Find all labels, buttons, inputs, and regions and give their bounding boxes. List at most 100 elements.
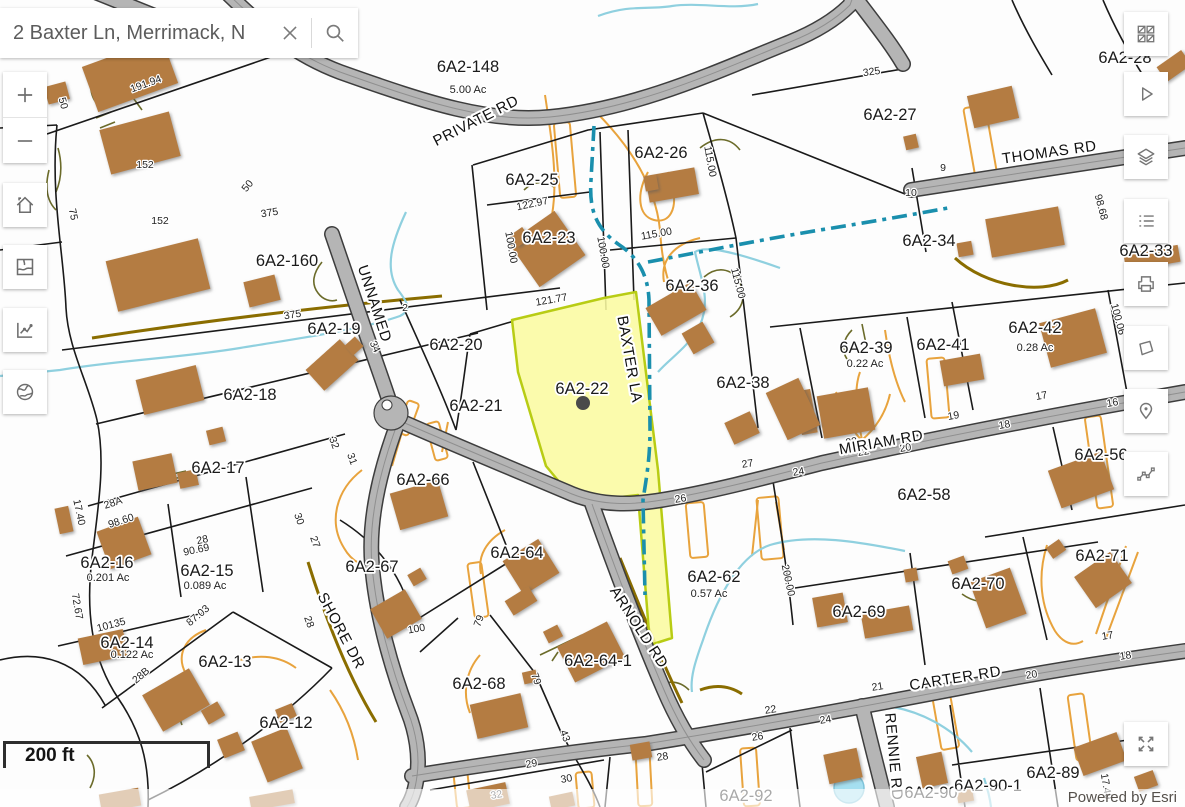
parcel-label: 6A2-21 (449, 397, 502, 415)
zoom-controls (3, 72, 47, 163)
road-junction-island (382, 400, 392, 410)
dimension-label: 325 (862, 65, 881, 79)
area-label: 0.57 Ac (691, 588, 728, 600)
parcel-label: 6A2-16 (80, 554, 133, 572)
parcel-label: 6A2-62 (687, 568, 740, 586)
parcel-label: 6A2-42 (1008, 319, 1061, 337)
building-footprint (817, 387, 876, 438)
play-icon (1135, 83, 1157, 105)
basemap-button[interactable] (3, 245, 47, 289)
attribution-bar: Powered by Esri (0, 789, 1185, 807)
area-label: 0.089 Ac (184, 580, 227, 592)
map-canvas[interactable]: 191.94501527550375152375234122.97100.001… (0, 0, 1185, 807)
dimension-label: 19 (947, 409, 961, 423)
dimension-label: 26 (674, 492, 688, 506)
layers-button[interactable] (1124, 135, 1168, 179)
parcel-label: 6A2-18 (223, 386, 276, 404)
zoom-in-button[interactable] (3, 72, 47, 117)
parcel-label: 6A2-26 (634, 144, 687, 162)
parcel-label: 6A2-64-1 (564, 652, 632, 670)
dimension-label: 152 (151, 215, 169, 227)
globe-button[interactable] (3, 370, 47, 414)
parcel-label: 6A2-69 (832, 603, 885, 621)
close-icon (279, 22, 301, 44)
basemap-gallery-icon (1135, 23, 1157, 45)
dimension-label: 18 (998, 418, 1012, 432)
parcel-label: 6A2-14 (100, 634, 153, 652)
parcel-label: 6A2-33 (1119, 242, 1172, 260)
parcel-label: 6A2-66 (396, 471, 449, 489)
dimension-label: 10 (905, 187, 917, 199)
dimension-label: 2 (402, 302, 408, 314)
parcel-label: 6A2-15 (180, 562, 233, 580)
parcel-label: 6A2-58 (897, 486, 950, 504)
dimension-label: 29 (525, 757, 539, 771)
parcel-label: 6A2-34 (902, 232, 955, 250)
line-chart-icon (14, 319, 36, 341)
draw-polygon-button[interactable] (1124, 326, 1168, 370)
dimension-label: 20 (1025, 668, 1039, 682)
parcel-label: 6A2-67 (345, 558, 398, 576)
dimension-label: 21 (871, 680, 885, 694)
dimension-label: 26 (751, 730, 765, 744)
parcel-label: 6A2-89 (1026, 764, 1079, 782)
globe-icon (14, 381, 36, 403)
chart-button[interactable] (3, 308, 47, 352)
dimension-label: 18 (1119, 649, 1133, 663)
building-footprint (643, 174, 658, 191)
parcel-label: 6A2-148 (437, 58, 499, 76)
dimension-label: 30 (560, 772, 574, 786)
road-junction (374, 396, 408, 430)
next-widget-button[interactable] (1124, 72, 1168, 116)
search-clear-button[interactable] (269, 8, 311, 58)
parcel-label: 6A2-71 (1075, 547, 1128, 565)
basemap-icon (14, 256, 36, 278)
search-input[interactable] (0, 22, 269, 45)
fullscreen-icon (1135, 733, 1157, 755)
parcel-label: 6A2-23 (522, 229, 575, 247)
parcel-label: 6A2-70 (951, 575, 1004, 593)
dimension-label: 28 (656, 750, 670, 764)
parcel-label: 6A2-160 (256, 252, 318, 270)
polygon-icon (1135, 337, 1157, 359)
parcel-label: 6A2-13 (198, 653, 251, 671)
dimension-label: 22 (764, 703, 778, 717)
parcel-label: 6A2-39 (839, 339, 892, 357)
polyline-icon (1135, 463, 1157, 485)
minus-icon (14, 130, 36, 152)
legend-list-icon (1135, 210, 1157, 232)
search-icon (324, 22, 346, 44)
area-label: 0.28 Ac (1017, 342, 1054, 354)
building-footprint (903, 567, 918, 582)
parcel-label: 6A2-38 (716, 374, 769, 392)
dimension-label: 17 (1101, 629, 1115, 643)
area-label: 5.00 Ac (450, 84, 487, 96)
legend-button[interactable] (1124, 199, 1168, 243)
parcel-label: 6A2-56 (1074, 446, 1127, 464)
zoom-out-button[interactable] (3, 118, 47, 163)
print-button[interactable] (1124, 262, 1168, 306)
parcel-label: 6A2-12 (259, 714, 312, 732)
selected-location-dot (576, 396, 590, 410)
dimension-label: 24 (792, 465, 806, 479)
location-pin-button[interactable] (1124, 389, 1168, 433)
dimension-label: 152 (136, 159, 154, 171)
basemap-gallery-button[interactable] (1124, 12, 1168, 56)
parcel-label: 6A2-20 (429, 336, 482, 354)
parcel-label: 6A2-36 (665, 277, 718, 295)
area-label: 0.201 Ac (87, 572, 130, 584)
building-footprint (956, 241, 973, 257)
fullscreen-button[interactable] (1124, 722, 1168, 766)
scale-bar: 200 ft (3, 741, 210, 768)
map-application: 191.94501527550375152375234122.97100.001… (0, 0, 1185, 807)
search-box (0, 8, 358, 58)
layers-icon (1135, 146, 1157, 168)
dimension-label: 17 (1035, 389, 1049, 403)
parcel-label: 6A2-27 (863, 106, 916, 124)
scale-bar-label: 200 ft (6, 745, 75, 766)
printer-icon (1135, 273, 1157, 295)
plus-icon (14, 84, 36, 106)
search-submit-button[interactable] (312, 8, 358, 58)
measure-polyline-button[interactable] (1124, 452, 1168, 496)
home-button[interactable] (3, 183, 47, 227)
